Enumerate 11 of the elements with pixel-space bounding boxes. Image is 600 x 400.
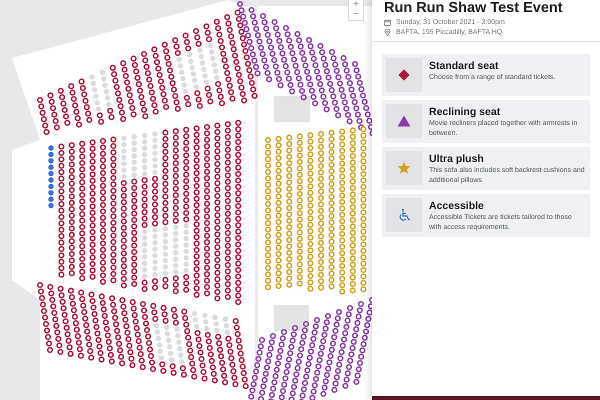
- event-title: Run Run Shaw Test Event: [384, 0, 564, 16]
- triangle-icon: [397, 114, 411, 128]
- calendar-icon: [384, 19, 391, 26]
- location-pin-icon: [384, 29, 391, 36]
- star-icon: [397, 161, 411, 175]
- seat-type-title: Standard seat: [429, 60, 500, 72]
- seating-map-drawing[interactable]: [0, 0, 372, 400]
- seat-type-title: Reclining seat: [429, 106, 502, 118]
- seat-type-title: Ultra plush: [429, 153, 485, 165]
- seat-type-title: Accessible: [429, 200, 485, 212]
- wheelchair-icon: [397, 208, 411, 222]
